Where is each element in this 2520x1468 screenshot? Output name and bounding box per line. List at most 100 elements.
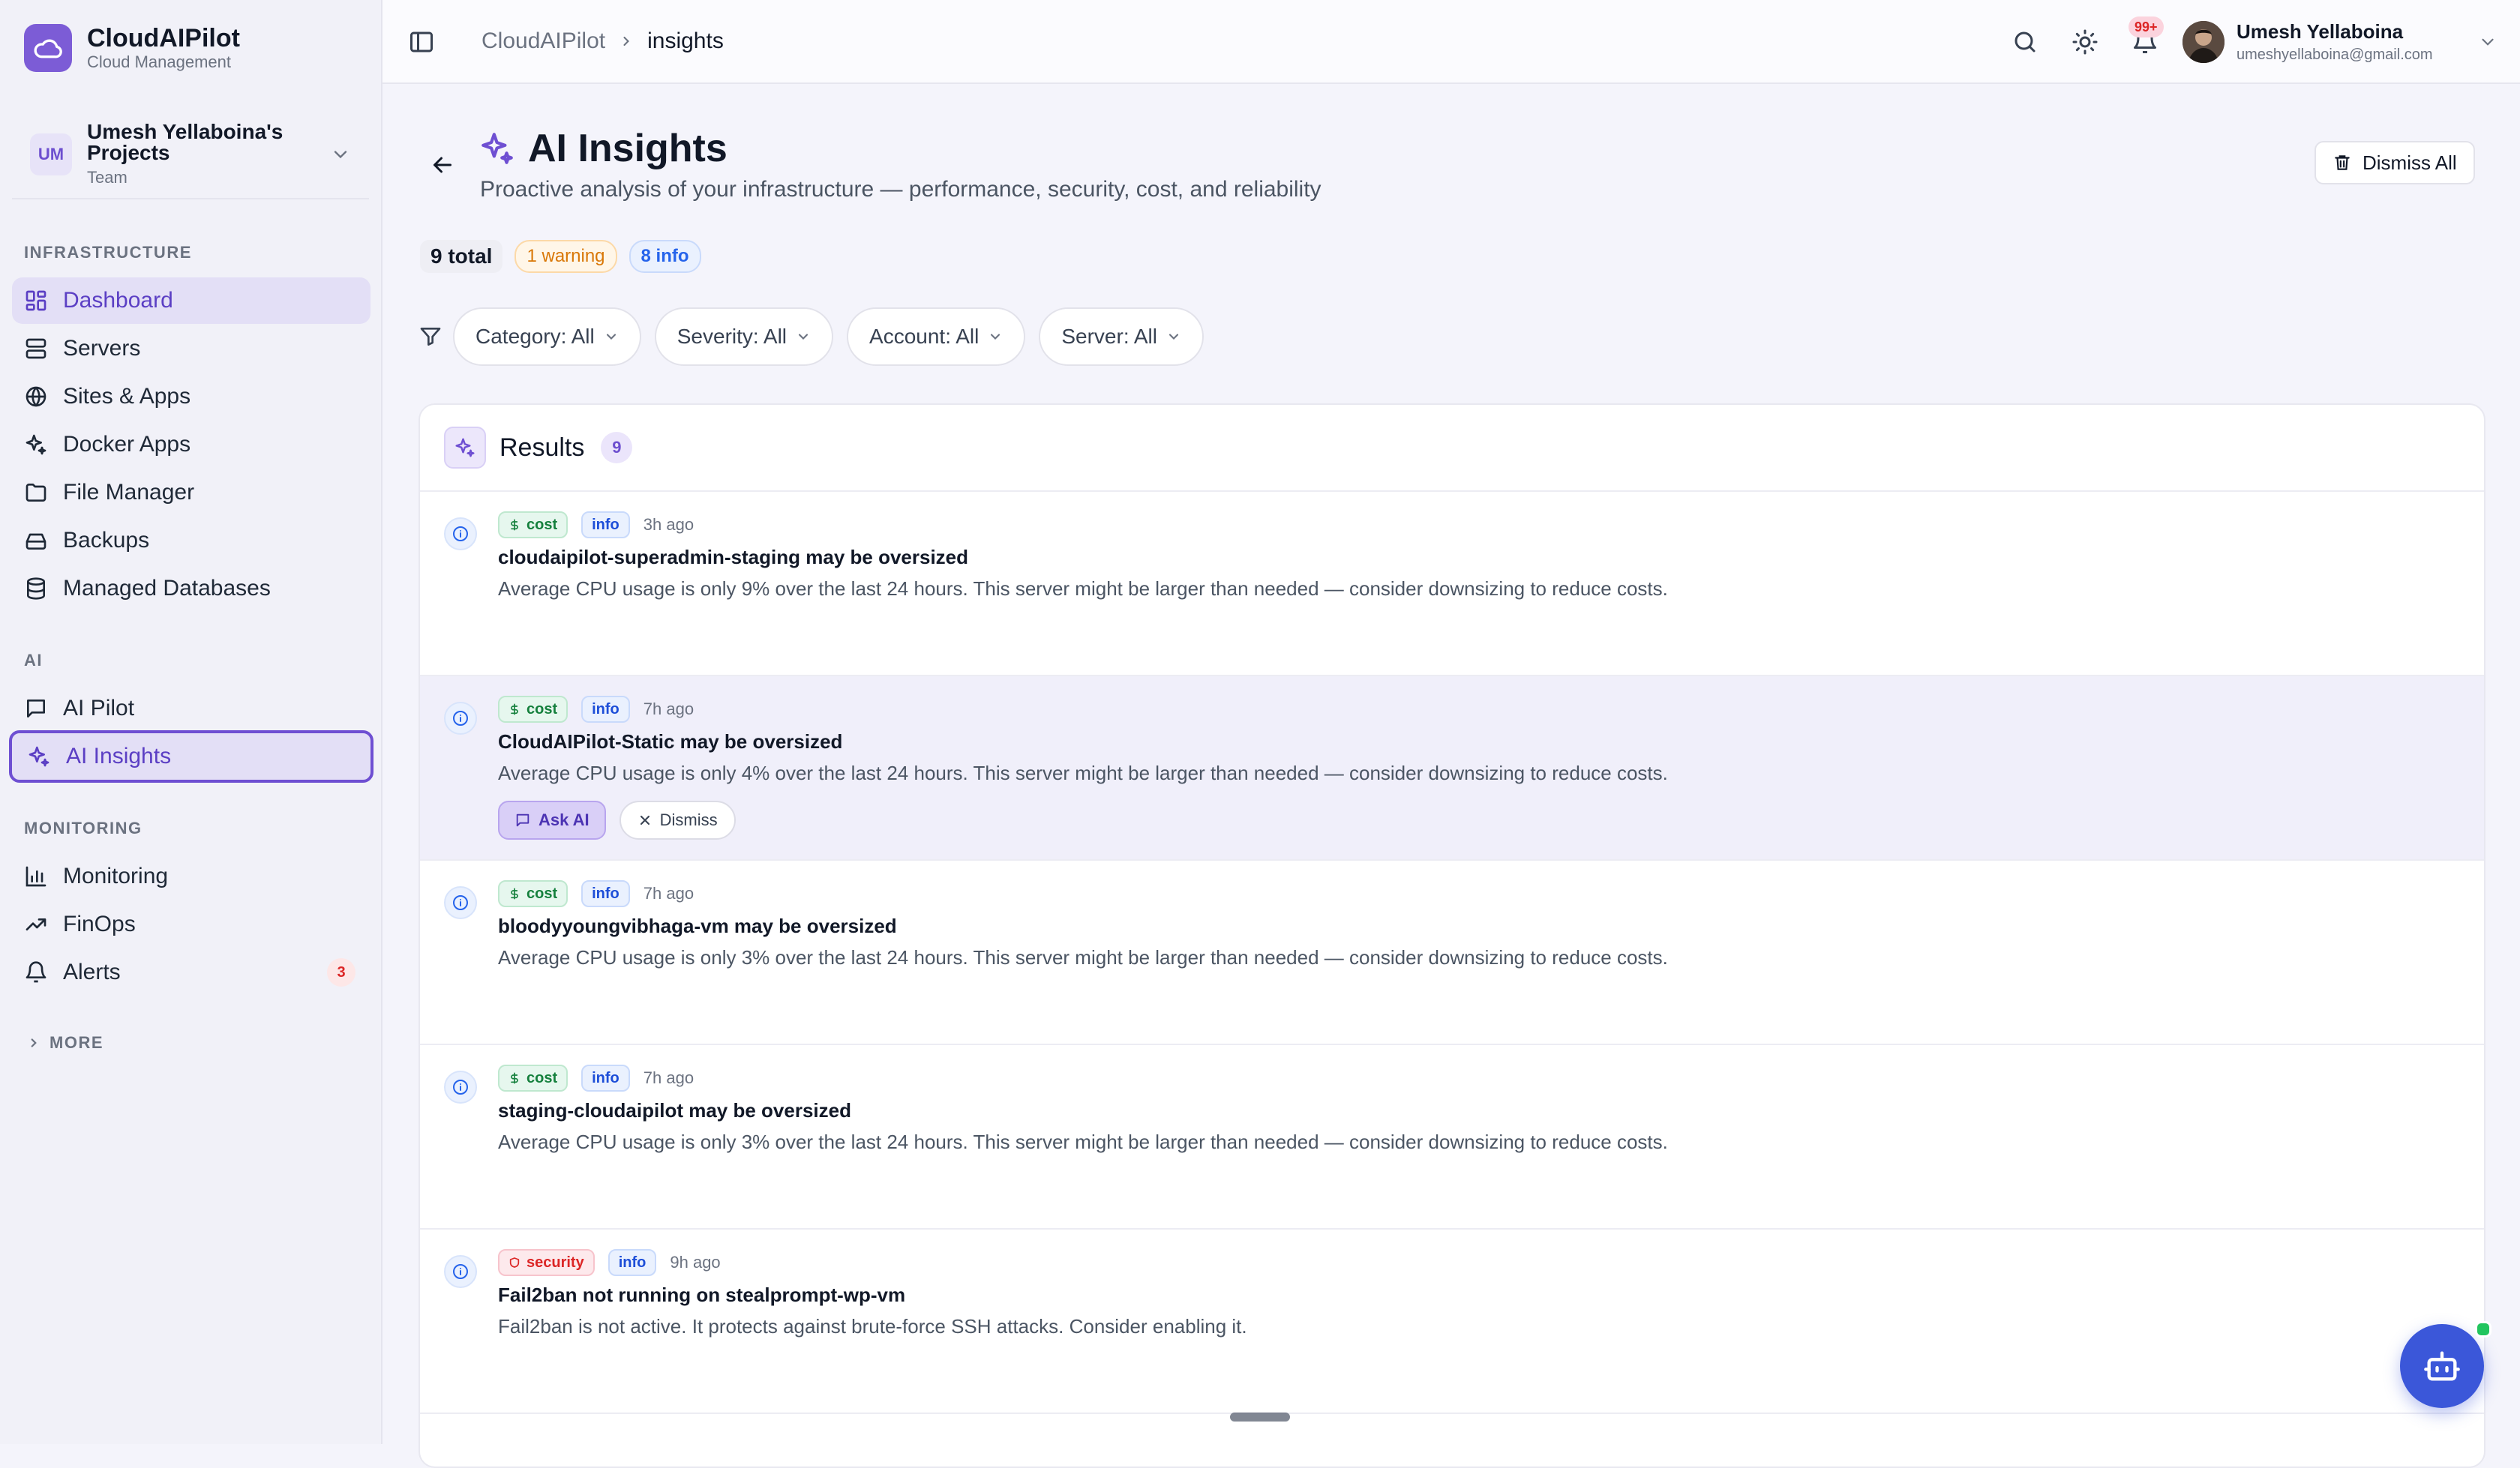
dashboard-icon bbox=[26, 290, 46, 311]
chevron-down-icon bbox=[606, 334, 616, 340]
database-icon bbox=[27, 577, 45, 600]
sparkle-icon bbox=[444, 427, 486, 469]
filter-bar: Category: All Severity: All Account: All… bbox=[418, 307, 1217, 366]
brand-name: CloudAIPilot bbox=[87, 24, 240, 52]
search-icon[interactable] bbox=[2012, 28, 2038, 55]
sidebar-item-label: Docker Apps bbox=[63, 432, 191, 457]
sidebar: CloudAIPilot Cloud Management UM Umesh Y… bbox=[0, 0, 382, 1444]
account-filter[interactable]: Account: All bbox=[847, 307, 1026, 366]
page-title: AI Insights bbox=[528, 127, 728, 170]
sidebar-item-label: Dashboard bbox=[63, 288, 173, 313]
dollar-icon bbox=[511, 1072, 518, 1084]
alerts-count-badge: 3 bbox=[327, 958, 356, 987]
chevron-down-icon bbox=[2482, 38, 2494, 46]
category-filter[interactable]: Category: All bbox=[453, 307, 641, 366]
page-subtitle: Proactive analysis of your infrastructur… bbox=[480, 177, 1322, 202]
user-menu[interactable]: Umesh Yellaboina umeshyellaboina@gmail.c… bbox=[2182, 13, 2498, 70]
breadcrumb-home[interactable]: CloudAIPilot bbox=[482, 28, 605, 54]
breadcrumb-current: insights bbox=[647, 28, 724, 53]
project-switcher[interactable]: UM Umesh Yellaboina's Projects Team bbox=[12, 111, 369, 199]
results-panel: Results 9 cost info 3h ago cloudaipilot-… bbox=[418, 403, 2486, 1468]
sidebar-item-dashboard[interactable]: Dashboard bbox=[12, 277, 370, 324]
severity-tag: info bbox=[581, 1065, 630, 1092]
sparkle-icon bbox=[26, 434, 46, 455]
insight-title: CloudAIPilot-Static may be oversized bbox=[498, 730, 843, 753]
info-icon bbox=[444, 517, 477, 550]
breadcrumb: CloudAIPilot insights bbox=[482, 28, 724, 54]
insight-row[interactable]: cost info 3h ago cloudaipilot-superadmin… bbox=[420, 492, 2484, 676]
avatar bbox=[2182, 21, 2224, 63]
insight-description: Average CPU usage is only 3% over the la… bbox=[498, 946, 1668, 969]
sidebar-item-label: Monitoring bbox=[63, 864, 169, 888]
dismiss-all-button[interactable]: Dismiss All bbox=[2314, 141, 2475, 184]
sidebar-item-backups[interactable]: Backups bbox=[12, 517, 370, 564]
brand-subtitle: Cloud Management bbox=[87, 52, 232, 71]
topbar: CloudAIPilot insights 99+ Umesh Yellaboi… bbox=[382, 0, 2520, 84]
info-count-badge[interactable]: 8 info bbox=[628, 240, 701, 273]
section-label-monitoring: MONITORING bbox=[24, 819, 142, 837]
sidebar-item-alerts[interactable]: Alerts 3 bbox=[12, 949, 370, 996]
sidebar-item-sites-apps[interactable]: Sites & Apps bbox=[12, 373, 370, 420]
bar-chart-icon bbox=[26, 866, 46, 887]
more-toggle[interactable]: MORE bbox=[27, 1033, 104, 1053]
insight-stats: 9 total 1 warning 8 info bbox=[420, 240, 701, 273]
severity-filter[interactable]: Severity: All bbox=[654, 307, 834, 366]
dismiss-button[interactable]: Dismiss bbox=[619, 801, 736, 840]
sun-icon[interactable] bbox=[2072, 28, 2098, 55]
back-arrow-icon[interactable] bbox=[429, 151, 456, 178]
insight-title: Fail2ban not running on stealprompt-wp-v… bbox=[498, 1284, 906, 1306]
sidebar-item-monitoring[interactable]: Monitoring bbox=[12, 853, 370, 900]
chevron-down-icon bbox=[334, 151, 347, 159]
sidebar-item-servers[interactable]: Servers bbox=[12, 325, 370, 372]
insight-row[interactable]: cost info 7h ago bloodyyoungvibhaga-vm m… bbox=[420, 861, 2484, 1045]
timestamp: 9h ago bbox=[670, 1253, 721, 1272]
scroll-handle[interactable] bbox=[1230, 1413, 1290, 1422]
drive-icon bbox=[26, 533, 46, 550]
sidebar-item-docker-apps[interactable]: Docker Apps bbox=[12, 421, 370, 468]
category-tag: cost bbox=[498, 1065, 568, 1092]
sidebar-item-file-manager[interactable]: File Manager bbox=[12, 469, 370, 516]
sparkle-icon bbox=[28, 746, 50, 767]
insight-description: Average CPU usage is only 3% over the la… bbox=[498, 1131, 1668, 1153]
chevron-down-icon bbox=[991, 334, 1000, 340]
chevron-right-icon bbox=[31, 1038, 37, 1047]
timestamp: 7h ago bbox=[643, 884, 694, 903]
chevron-right-icon bbox=[623, 36, 630, 46]
severity-tag: info bbox=[581, 880, 630, 907]
robot-icon bbox=[2424, 1351, 2460, 1381]
server-filter[interactable]: Server: All bbox=[1039, 307, 1204, 366]
user-name: Umesh Yellaboina bbox=[2236, 20, 2404, 43]
severity-tag: info bbox=[581, 696, 630, 723]
insight-row[interactable]: security info 9h ago Fail2ban not runnin… bbox=[420, 1230, 2484, 1414]
ai-assistant-button[interactable] bbox=[2400, 1324, 2484, 1408]
info-icon bbox=[444, 702, 477, 735]
brand[interactable]: CloudAIPilot Cloud Management bbox=[24, 24, 240, 72]
ask-ai-button[interactable]: Ask AI bbox=[498, 801, 606, 840]
insight-row[interactable]: cost info 7h ago CloudAIPilot-Static may… bbox=[420, 676, 2484, 861]
user-email: umeshyellaboina@gmail.com bbox=[2236, 46, 2433, 63]
filter-icon bbox=[420, 328, 441, 346]
globe-icon bbox=[26, 386, 46, 407]
sidebar-item-label: Servers bbox=[63, 336, 141, 361]
warning-count-badge[interactable]: 1 warning bbox=[514, 240, 617, 273]
sidebar-item-label: File Manager bbox=[63, 480, 195, 505]
sidebar-item-label: Sites & Apps bbox=[63, 384, 191, 409]
sidebar-item-ai-insights[interactable]: AI Insights bbox=[9, 730, 374, 783]
sidebar-item-label: FinOps bbox=[63, 912, 136, 936]
insight-title: staging-cloudaipilot may be oversized bbox=[498, 1099, 851, 1122]
insight-row[interactable]: cost info 7h ago staging-cloudaipilot ma… bbox=[420, 1045, 2484, 1230]
sidebar-toggle-icon[interactable] bbox=[408, 28, 435, 55]
insight-description: Average CPU usage is only 4% over the la… bbox=[498, 762, 1668, 784]
sidebar-item-finops[interactable]: FinOps bbox=[12, 901, 370, 948]
chat-icon bbox=[27, 700, 45, 718]
sidebar-item-label: AI Insights bbox=[66, 744, 172, 768]
sidebar-item-label: AI Pilot bbox=[63, 696, 135, 721]
sidebar-item-managed-databases[interactable]: Managed Databases bbox=[12, 565, 370, 612]
section-label-infrastructure: INFRASTRUCTURE bbox=[24, 243, 192, 262]
category-tag: cost bbox=[498, 880, 568, 907]
dollar-icon bbox=[511, 703, 518, 715]
page-header: AI Insights bbox=[478, 126, 728, 171]
folder-icon bbox=[26, 484, 46, 502]
results-title: Results bbox=[500, 433, 585, 462]
sidebar-item-ai-pilot[interactable]: AI Pilot bbox=[12, 685, 370, 732]
